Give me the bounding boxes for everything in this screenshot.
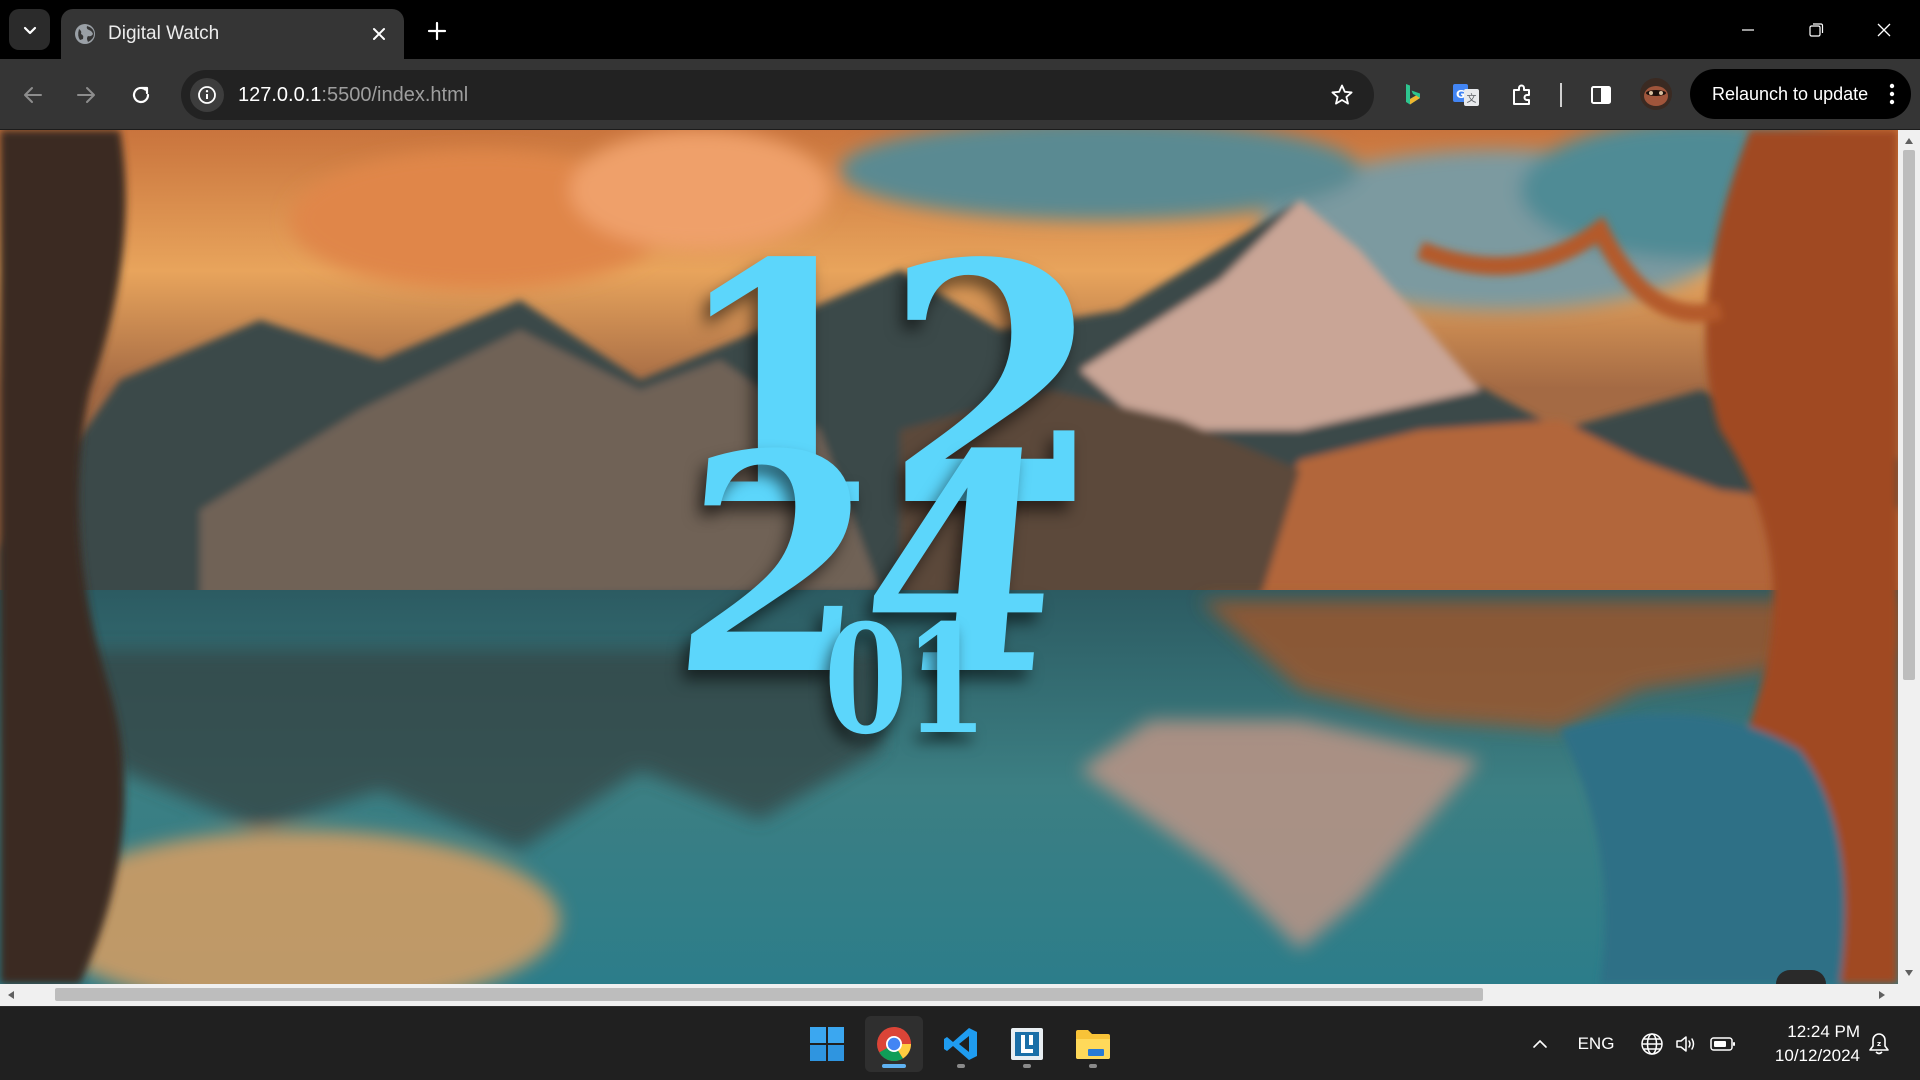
volume-button[interactable] [1672,1028,1700,1060]
url-host: 127.0.0.1 [238,83,322,106]
globe-icon [1641,1033,1663,1055]
running-indicator [1023,1064,1031,1068]
chrome-icon [877,1027,912,1062]
tab-strip: Digital Watch [0,0,1920,59]
triangle-up-icon [1905,138,1913,144]
back-button[interactable] [15,77,51,113]
taskbar-time: 12:24 PM [1787,1022,1860,1041]
show-hidden-icons-button[interactable] [1526,1028,1554,1060]
scroll-left-arrow[interactable] [0,984,22,1006]
bing-extension-button[interactable] [1395,77,1431,113]
taskbar-date: 10/12/2024 [1774,1046,1860,1065]
star-icon [1331,84,1353,105]
site-info-button[interactable] [190,78,224,112]
digital-clock: 12 24 01 [0,130,1898,984]
url-path: :5500/index.html [321,83,469,106]
active-indicator [882,1064,906,1068]
windows-start-icon [810,1027,844,1061]
taskbar-start-button[interactable] [798,1016,856,1072]
chevron-up-icon [1533,1039,1547,1048]
battery-icon [1710,1037,1735,1051]
taskbar-clock[interactable]: 12:24 PM 10/12/2024 [1752,1020,1860,1068]
taskbar-lively-button[interactable] [998,1016,1056,1072]
address-bar[interactable]: 127.0.0.1:5500/index.html [181,70,1374,120]
horizontal-scrollbar[interactable] [0,984,1920,1006]
page-viewport: 12 24 01 [0,130,1898,984]
info-icon [198,86,216,104]
clock-seconds: 01 [824,592,988,768]
chevron-down-icon [23,26,36,34]
minimize-button[interactable] [1725,10,1771,50]
profile-avatar[interactable] [1640,78,1672,110]
taskbar-chrome-button[interactable] [865,1016,923,1072]
svg-text:z: z [1877,1040,1881,1048]
extensions-button[interactable] [1504,77,1540,113]
bookmark-button[interactable] [1324,77,1360,113]
arrow-left-icon [24,87,42,103]
bell-icon: z [1869,1033,1889,1055]
running-indicator [957,1064,965,1068]
vertical-scroll-thumb[interactable] [1898,150,1918,680]
tab-close-button[interactable] [366,21,392,47]
side-panel-icon [1591,86,1611,104]
file-explorer-icon [1076,1030,1110,1059]
relaunch-to-update-button[interactable]: Relaunch to update [1690,69,1911,119]
triangle-right-icon [1879,991,1885,999]
browser-menu-button[interactable] [1882,79,1902,109]
scroll-down-arrow[interactable] [1898,962,1920,984]
bing-icon [1406,84,1420,105]
plus-icon [427,21,447,41]
more-vertical-icon [1889,83,1895,105]
side-panel-button[interactable] [1583,77,1619,113]
running-indicator [1089,1064,1097,1068]
close-window-button[interactable] [1861,10,1907,50]
google-translate-icon: G文 [1453,84,1479,106]
taskbar-vscode-button[interactable] [932,1016,990,1072]
close-icon [373,28,385,40]
svg-text:G: G [1456,88,1465,101]
reload-icon [132,86,150,104]
extensions-puzzle-icon [1513,84,1530,105]
taskbar-file-explorer-button[interactable] [1064,1016,1122,1072]
tab-digital-watch[interactable]: Digital Watch [61,9,404,59]
translate-extension-button[interactable]: G文 [1448,77,1484,113]
network-button[interactable] [1638,1028,1666,1060]
battery-button[interactable] [1708,1028,1738,1060]
reload-button[interactable] [123,77,159,113]
windows-taskbar: ENG 12:24 PM 10/12/2024 z [0,1006,1920,1080]
relaunch-label: Relaunch to update [1712,83,1869,104]
tab-title: Digital Watch [108,23,220,44]
scroll-up-arrow[interactable] [1898,130,1920,152]
globe-icon [75,24,95,44]
arrow-right-icon [77,87,95,103]
minimize-icon [1742,29,1754,31]
toolbar-divider [1560,83,1562,107]
speaker-icon [1676,1036,1695,1052]
vscode-icon [944,1028,977,1060]
new-tab-button[interactable] [422,16,452,46]
notifications-button[interactable]: z [1864,1028,1894,1060]
vertical-scroll-thumb-bar [1903,150,1915,680]
triangle-left-icon [8,991,14,999]
horizontal-scroll-thumb[interactable] [55,988,1483,1001]
page-badge [1776,970,1826,984]
tab-search-button[interactable] [9,9,50,50]
avatar-icon [1640,78,1672,110]
desktop-screen: Digital Watch 127.0.0.1:5500/index.html … [0,0,1920,1080]
triangle-down-icon [1905,970,1913,976]
restore-icon [1809,23,1824,37]
scroll-right-arrow[interactable] [1871,984,1893,1006]
lively-wallpaper-icon [1011,1028,1043,1060]
close-icon [1877,23,1891,37]
restore-button[interactable] [1793,10,1839,50]
forward-button[interactable] [68,77,104,113]
language-indicator[interactable]: ENG [1572,1028,1620,1060]
svg-text:文: 文 [1467,92,1477,105]
browser-toolbar: 127.0.0.1:5500/index.html G文 Relaunch to… [0,59,1920,130]
url-text[interactable]: 127.0.0.1:5500/index.html [238,84,1324,107]
